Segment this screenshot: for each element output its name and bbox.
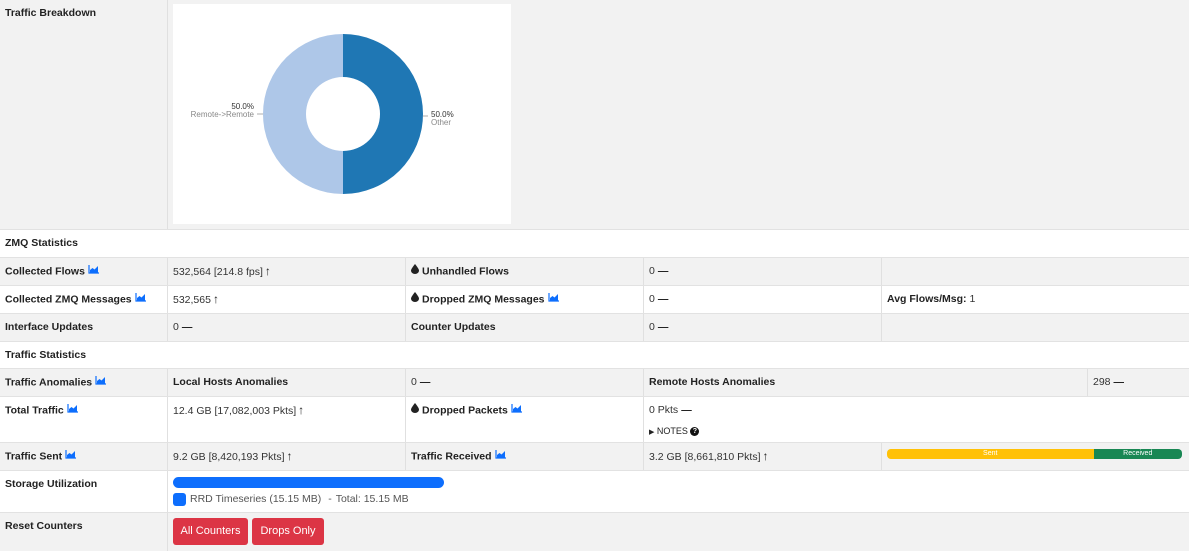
unhandled-flows-value: 0— [649,265,669,277]
storage-bar [173,477,444,488]
area-chart-icon[interactable] [494,443,506,470]
zmq-statistics-title: ZMQ Statistics [5,237,78,249]
local-hosts-anomalies-label: Local Hosts Anomalies [173,376,289,388]
collected-flows-label: Collected Flows [0,258,99,285]
arrow-up-icon: ↑ [762,449,769,463]
drop-icon [411,397,419,424]
arrow-up-icon: ↑ [286,449,293,463]
traffic-received-value: 3.2 GB [8,661,810 Pkts] ↑ [649,449,769,463]
donut-chart: 50.0% Remote->Remote 50.0% Other [191,34,454,195]
traffic-breakdown-row: Traffic Breakdown 50.0% Remote->Remote 5… [0,0,1189,230]
arrow-up-icon: ↑ [298,403,305,417]
dash-icon: — [657,293,669,305]
dropped-packets-label: Dropped Packets [406,397,522,424]
dropped-packets-value: 0 Pkts — [649,404,692,416]
area-chart-icon[interactable] [65,443,77,470]
traffic-breakdown-chart: 50.0% Remote->Remote 50.0% Other [173,4,511,224]
dropped-zmq-messages-label: Dropped ZMQ Messages [406,286,559,313]
dropped-zmq-messages-value: 0— [649,293,669,305]
arrow-up-icon: ↑ [212,292,219,306]
interface-updates-label: Interface Updates [5,321,94,333]
received-segment: Received [1093,449,1182,459]
reset-counters-row: Reset Counters All Counters Drops Only [0,513,1189,551]
unhandled-flows-label: Unhandled Flows [406,258,509,285]
area-chart-icon[interactable] [547,286,559,313]
sent-segment: Sent [887,449,1094,459]
total-traffic-value: 12.4 GB [17,082,003 Pkts] ↑ [173,403,305,417]
dash-icon: — [419,376,431,388]
traffic-received-label: Traffic Received [406,443,506,470]
storage-utilization-row: Storage Utilization RRD Timeseries (15.1… [0,471,1189,513]
local-hosts-anomalies-value: 0— [411,376,431,388]
area-chart-icon[interactable] [135,286,146,313]
storage-legend-swatch [173,492,186,506]
notes-toggle[interactable]: ▶ NOTES ? [649,424,700,440]
traffic-sent-label: Traffic Sent [0,443,77,470]
traffic-header-row: Traffic Statistics [0,342,1189,369]
collected-flows-row: Collected Flows 532,564 [214.8 fps] ↑ Unh… [0,258,1189,286]
dash-icon: — [657,265,669,277]
drop-icon [411,258,419,285]
traffic-sent-row: Traffic Sent 9.2 GB [8,420,193 Pkts] ↑ Tr… [0,443,1189,471]
storage-legend: RRD Timeseries (15.15 MB) - Total: 15.15 … [173,492,409,506]
sent-received-bar: Sent Received [887,449,1182,459]
total-traffic-row: Total Traffic 12.4 GB [17,082,003 Pkts] ↑… [0,397,1189,443]
reset-counters-label: Reset Counters [5,520,83,532]
area-chart-icon[interactable] [95,369,107,396]
storage-total: Total: 15.15 MB [335,493,409,505]
dash-icon: — [181,321,193,333]
counter-updates-value: 0— [649,321,669,333]
zmq-header-row: ZMQ Statistics [0,230,1189,258]
interface-updates-row: Interface Updates 0— Counter Updates 0— [0,314,1189,342]
dash-icon: — [1113,376,1125,388]
area-chart-icon[interactable] [511,397,522,424]
dash-icon: — [681,404,692,416]
storage-utilization-label: Storage Utilization [5,478,98,490]
caret-right-icon: ▶ [649,429,655,436]
collected-zmq-messages-row: Collected ZMQ Messages 532,565 ↑ Dropped … [0,286,1189,314]
traffic-statistics-title: Traffic Statistics [5,349,87,361]
slice-label-other-name: Other [431,118,451,127]
remote-hosts-anomalies-label: Remote Hosts Anomalies [649,376,776,388]
traffic-anomalies-row: Traffic Anomalies Local Hosts Anomalies … [0,369,1189,397]
collected-zmq-messages-label: Collected ZMQ Messages [0,286,146,313]
dash-icon: — [657,321,669,333]
total-traffic-label: Total Traffic [0,397,78,424]
reset-drops-only-button[interactable]: Drops Only [252,518,324,545]
pie-slice-other [343,34,423,194]
arrow-up-icon: ↑ [264,264,271,278]
collected-flows-value: 532,564 [214.8 fps] ↑ [173,264,271,278]
area-chart-icon[interactable] [88,258,99,285]
collected-zmq-messages-value: 532,565 ↑ [173,292,219,306]
storage-legend-text: RRD Timeseries (15.15 MB) [190,493,322,505]
traffic-anomalies-label: Traffic Anomalies [0,369,107,396]
avg-flows-per-msg: Avg Flows/Msg: 1 [887,293,976,305]
counter-updates-label: Counter Updates [411,321,496,333]
area-chart-icon[interactable] [67,397,78,424]
reset-all-counters-button[interactable]: All Counters [173,518,248,545]
interface-updates-value: 0— [173,321,193,333]
pie-slice-remote-remote [263,34,343,195]
drop-icon [411,286,419,313]
question-circle-icon[interactable]: ? [690,427,700,437]
traffic-breakdown-label: Traffic Breakdown [5,7,97,19]
remote-hosts-anomalies-value: 298— [1093,376,1125,388]
traffic-sent-value: 9.2 GB [8,420,193 Pkts] ↑ [173,449,293,463]
slice-label-remote-name: Remote->Remote [191,110,255,119]
